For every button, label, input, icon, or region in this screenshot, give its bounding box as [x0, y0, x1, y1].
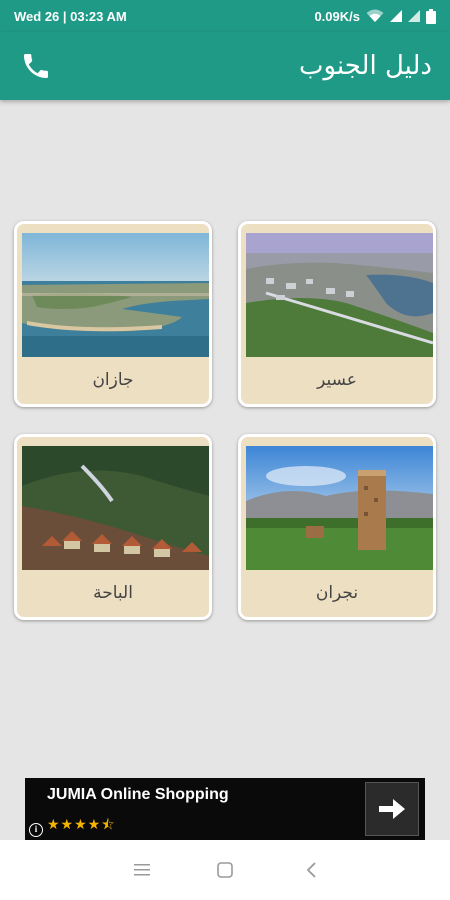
phone-icon: [24, 54, 48, 78]
signal-icon-2: [408, 10, 420, 22]
back-button[interactable]: [300, 858, 324, 882]
recents-button[interactable]: [130, 858, 154, 882]
app-bar: دليل الجنوب: [0, 32, 450, 100]
phone-button[interactable]: [18, 48, 54, 84]
jazan-photo: [22, 233, 209, 357]
region-card-albaha[interactable]: الباحة: [14, 434, 212, 620]
region-label: نجران: [315, 583, 359, 603]
menu-icon: [134, 864, 150, 876]
ad-info-icon[interactable]: i: [29, 823, 43, 837]
signal-icon: [390, 10, 402, 22]
status-icons: 0.09K/s: [314, 8, 436, 24]
battery-icon: [426, 8, 436, 24]
home-button[interactable]: [213, 858, 237, 882]
arrow-right-icon: [379, 799, 405, 819]
region-label: عسير: [317, 370, 357, 390]
albaha-photo: [22, 446, 209, 570]
ad-open-button[interactable]: [365, 782, 419, 836]
najran-photo: [246, 446, 433, 570]
back-chevron-icon: [306, 862, 316, 878]
region-label: الباحة: [93, 583, 133, 603]
status-bar: Wed 26 | 03:23 AM 0.09K/s: [0, 0, 450, 32]
asir-photo: [246, 233, 433, 357]
status-time: Wed 26 | 03:23 AM: [14, 8, 127, 24]
ad-banner[interactable]: JUMIA Online Shopping ★★★★⯪ i: [25, 778, 425, 840]
app-title: دليل الجنوب: [299, 51, 432, 81]
region-card-jazan[interactable]: جازان: [14, 221, 212, 407]
system-nav-bar: [0, 840, 450, 900]
region-card-najran[interactable]: نجران: [238, 434, 436, 620]
region-label: جازان: [92, 370, 134, 390]
ad-title: JUMIA Online Shopping: [47, 786, 229, 803]
region-card-asir[interactable]: عسير: [238, 221, 436, 407]
network-speed: 0.09K/s: [314, 8, 360, 24]
ad-rating-stars: ★★★★⯪: [47, 817, 116, 833]
wifi-icon: [366, 9, 384, 22]
home-square-icon: [217, 862, 233, 878]
